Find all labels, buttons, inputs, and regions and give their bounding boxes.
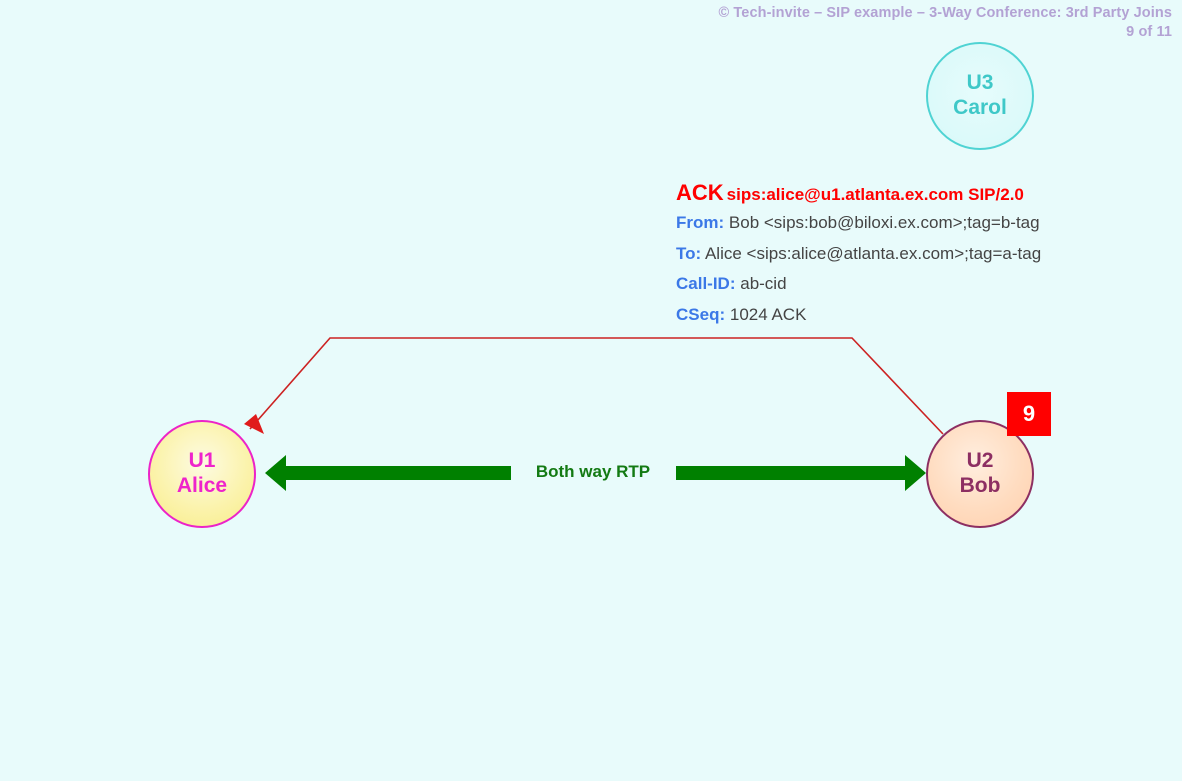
- sip-request-uri: sips:alice@u1.atlanta.ex.com SIP/2.0: [726, 185, 1024, 204]
- actor-bob-id: U2: [966, 449, 994, 473]
- step-badge: 9: [1007, 392, 1051, 436]
- sip-message-block: ACK sips:alice@u1.atlanta.ex.com SIP/2.0 …: [676, 180, 1176, 330]
- sip-header-callid-name: Call-ID: [676, 274, 730, 293]
- actor-carol-name: Carol: [953, 96, 1007, 119]
- copyright-title: © Tech-invite – SIP example – 3-Way Conf…: [718, 5, 1172, 21]
- actor-alice[interactable]: U1 Alice: [148, 420, 256, 528]
- sip-header-cseq-value: 1024 ACK: [725, 304, 807, 324]
- sip-header-from: From: Bob <sips:bob@biloxi.ex.com>;tag=b…: [676, 208, 1176, 239]
- page-indicator: 9 of 11: [1126, 24, 1172, 40]
- diagram-canvas: © Tech-invite – SIP example – 3-Way Conf…: [0, 0, 1182, 781]
- actor-alice-name: Alice: [176, 474, 228, 497]
- actor-carol-id: U3: [966, 71, 994, 95]
- actor-bob-name: Bob: [959, 474, 1001, 497]
- sip-header-cseq: CSeq: 1024 ACK: [676, 300, 1176, 331]
- sip-header-from-name: From: [676, 213, 719, 232]
- sip-header-to-value: Alice <sips:alice@atlanta.ex.com>;tag=a-…: [701, 243, 1042, 263]
- actor-carol[interactable]: U3 Carol: [926, 42, 1034, 150]
- rtp-arrow-right: [676, 455, 926, 491]
- sip-header-from-value: Bob <sips:bob@biloxi.ex.com>;tag=b-tag: [724, 213, 1040, 232]
- rtp-label: Both way RTP: [535, 462, 651, 481]
- actor-bob[interactable]: U2 Bob: [926, 420, 1034, 528]
- sip-header-callid: Call-ID: ab-cid: [676, 269, 1176, 300]
- sip-header-to: To: Alice <sips:alice@atlanta.ex.com>;ta…: [676, 239, 1176, 270]
- actor-alice-id: U1: [188, 449, 216, 473]
- rtp-arrow-left: [265, 455, 511, 491]
- sip-request-line: ACK sips:alice@u1.atlanta.ex.com SIP/2.0: [676, 180, 1176, 208]
- sip-method: ACK: [676, 180, 724, 205]
- sip-header-cseq-name: CSeq: [676, 304, 720, 324]
- header: © Tech-invite – SIP example – 3-Way Conf…: [719, 4, 1172, 42]
- sip-header-callid-value: ab-cid: [735, 274, 787, 293]
- sip-header-to-name: To: [676, 243, 696, 263]
